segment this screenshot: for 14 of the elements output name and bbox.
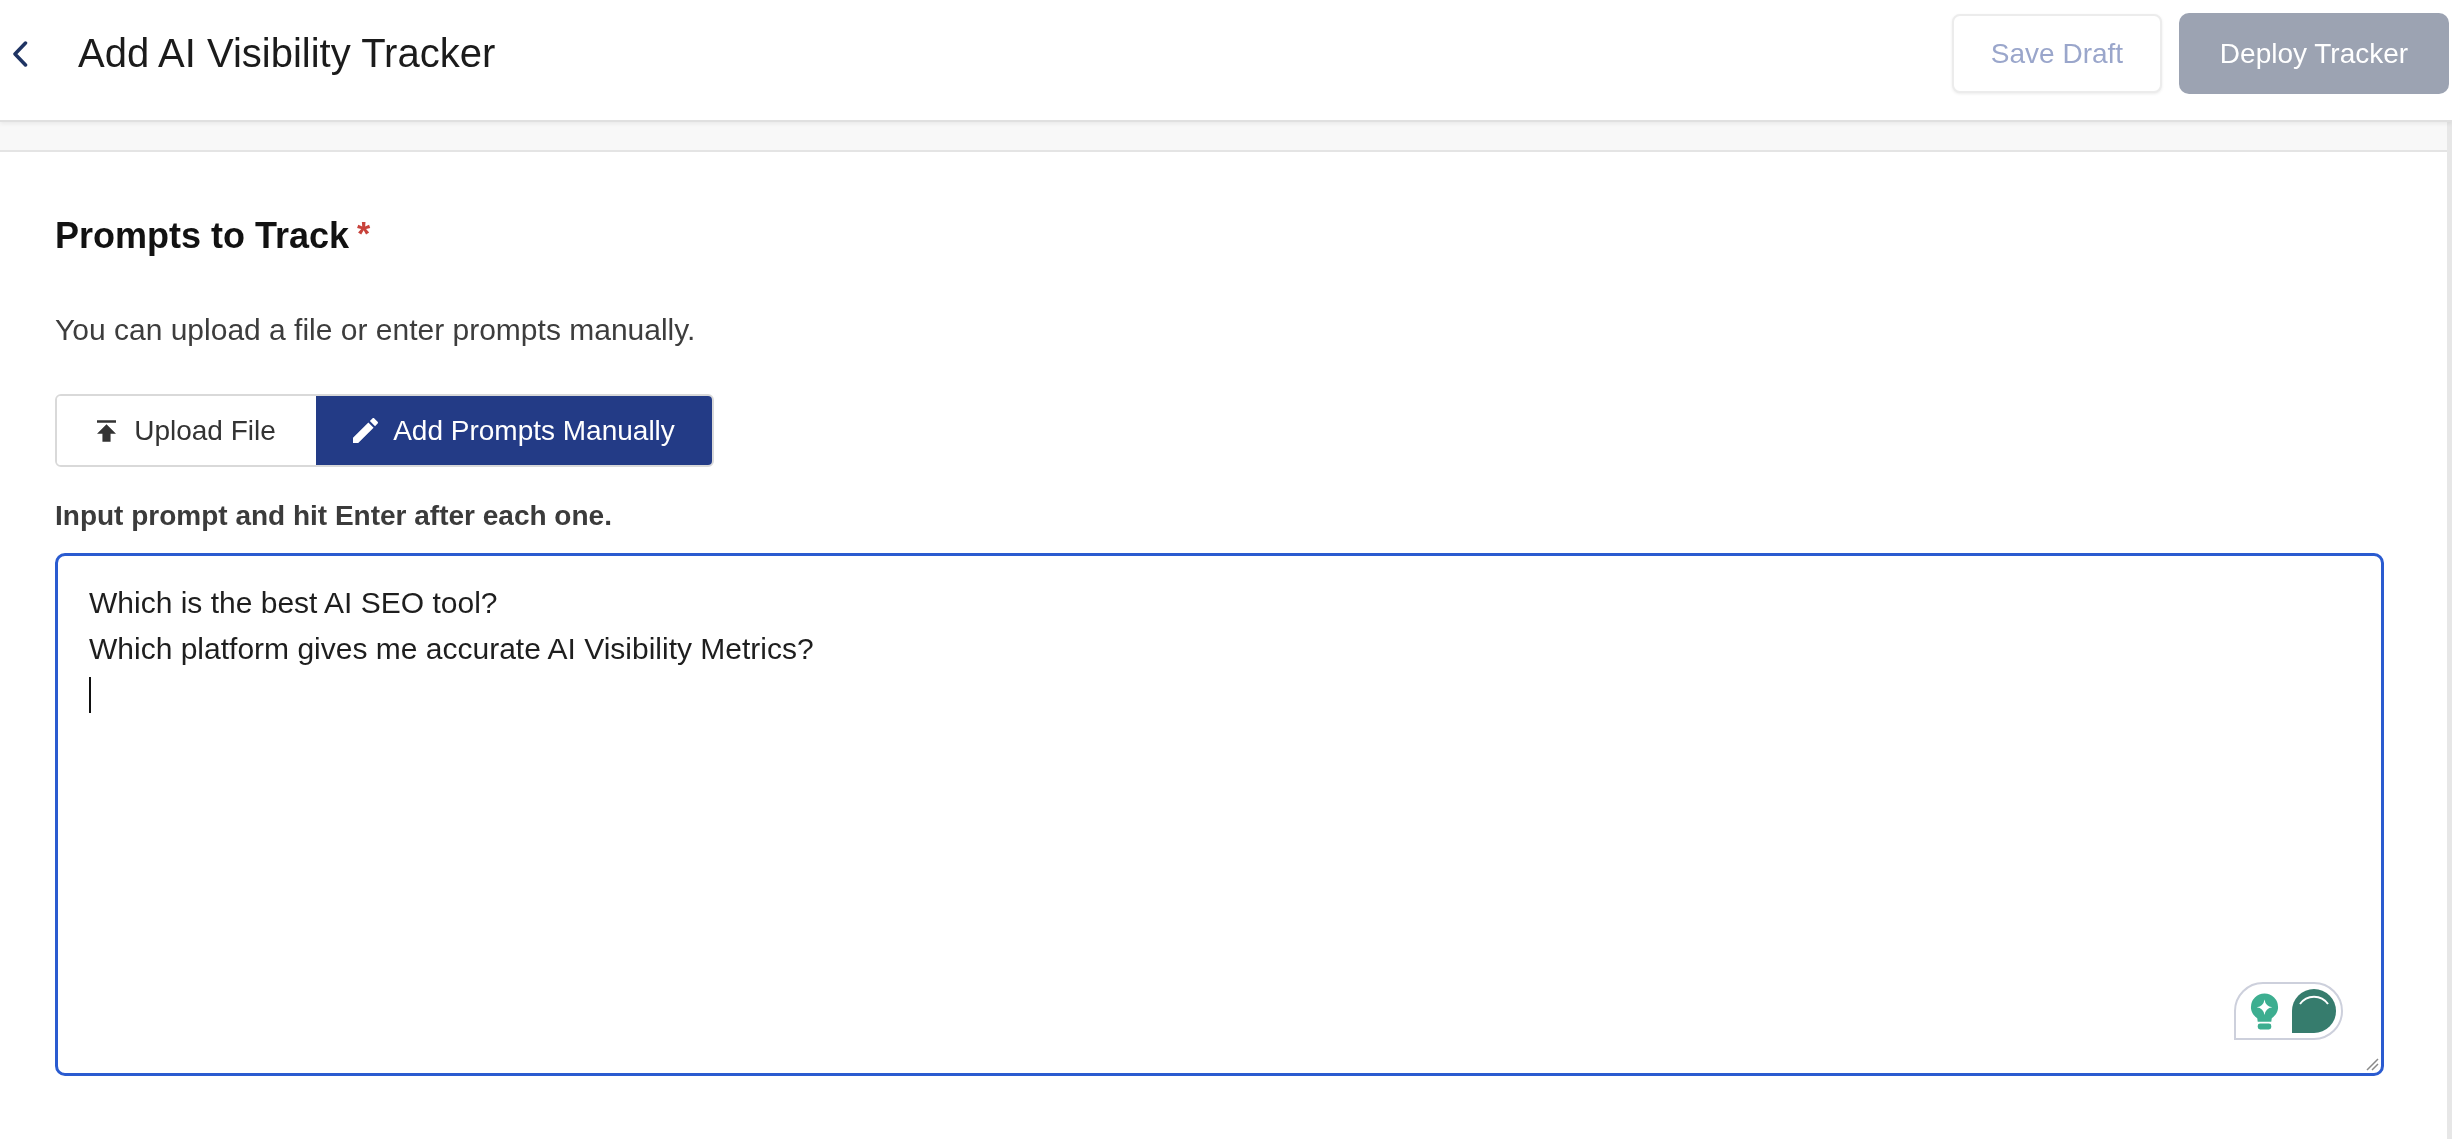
required-mark: *: [357, 218, 371, 248]
speech-bubble-icon[interactable]: [2292, 989, 2336, 1033]
prompt-textarea[interactable]: Which is the best AI SEO tool? Which platform gives me accurate AI Visibility Metrics?: [55, 553, 2384, 1076]
text-cursor: [89, 677, 91, 713]
resize-handle-icon[interactable]: [2365, 1057, 2379, 1071]
section-heading: Prompts to Track: [55, 214, 350, 258]
manual-entry-tab[interactable]: Add Prompts Manually: [316, 396, 712, 465]
section-description: You can upload a file or enter prompts manually.: [55, 312, 697, 348]
pencil-icon: [353, 418, 379, 443]
field-label: Input prompt and hit Enter after each one.: [55, 499, 613, 533]
chevron-left-icon[interactable]: [12, 41, 28, 67]
upload-icon: [97, 419, 117, 442]
lightbulb-icon[interactable]: [2249, 992, 2280, 1030]
page-title: Add AI Visibility Tracker: [78, 30, 496, 77]
